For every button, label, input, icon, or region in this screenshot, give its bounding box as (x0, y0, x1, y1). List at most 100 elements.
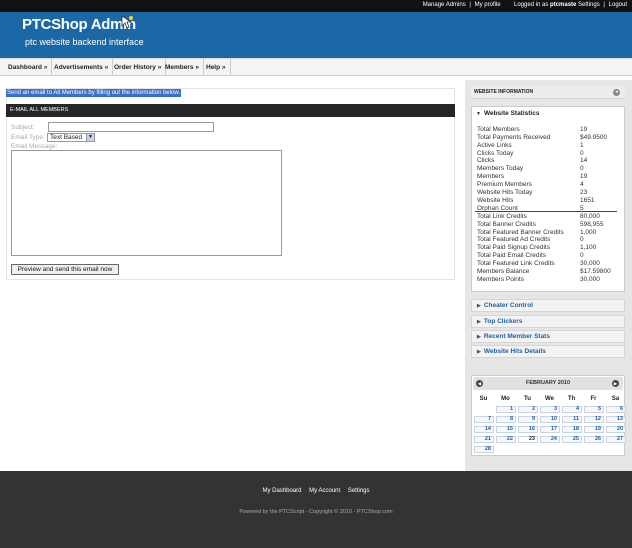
calendar-day[interactable]: 24 (540, 436, 560, 443)
stat-value: 19 (580, 173, 588, 180)
subject-input[interactable] (48, 122, 214, 132)
next-month-icon[interactable]: ▶ (612, 380, 619, 387)
accordion-website-hits-details[interactable]: ▶ Website Hits Details (471, 345, 625, 358)
calendar-day[interactable]: 7 (474, 416, 494, 423)
calendar-day[interactable]: 3 (540, 406, 560, 413)
calendar-day[interactable]: 8 (496, 416, 516, 423)
stat-value: 0 (580, 150, 584, 157)
stat-value: $17.59800 (580, 268, 611, 275)
nav-dashboard[interactable]: Dashboard » (4, 59, 53, 76)
brand-title[interactable]: PTCShop Admin (22, 16, 136, 33)
stat-label: Website Hits (477, 197, 514, 204)
stat-value: 30,000 (580, 276, 600, 283)
cursor-icon (121, 15, 133, 29)
stat-label: Website Hits Today (477, 189, 533, 196)
weekday-label: We (545, 396, 554, 402)
logout-link[interactable]: Logout (609, 2, 627, 8)
calendar-day[interactable]: 4 (562, 406, 582, 413)
stat-label: Total Featured Ad Credits (477, 236, 551, 243)
footer-copyright: Powered by the PTCScript - Copyright © 2… (239, 509, 393, 515)
stat-value: 598,955 (580, 221, 604, 228)
website-statistics-title[interactable]: ▼ Website Statistics (476, 110, 539, 117)
nav-help[interactable]: Help » (202, 59, 231, 76)
calendar-day[interactable]: 11 (562, 416, 582, 423)
subject-label: Subject: (11, 124, 35, 131)
calendar-day[interactable]: 25 (562, 436, 582, 443)
nav-order-history[interactable]: Order History » (110, 59, 167, 76)
calendar-day[interactable]: 20 (606, 426, 626, 433)
calendar-day[interactable]: 19 (584, 426, 604, 433)
footer-link-settings[interactable]: Settings (348, 488, 370, 494)
logged-in-label: Logged in as (513, 2, 549, 8)
stat-label: Members Balance (477, 268, 530, 275)
stat-label: Total Featured Banner Credits (477, 229, 564, 236)
stat-label: Total Link Credits (477, 213, 527, 220)
stat-value: 14 (580, 157, 588, 164)
collapse-icon[interactable]: ◂ (613, 89, 620, 96)
stat-label: Premium Members (477, 181, 532, 188)
accordion-top-clickers[interactable]: ▶ Top Clickers (471, 315, 625, 328)
calendar-day[interactable]: 15 (496, 426, 516, 433)
email-type-select[interactable]: Text Based ▼ (47, 133, 95, 142)
calendar-day[interactable]: 9 (518, 416, 538, 423)
calendar-day[interactable]: 21 (474, 436, 494, 443)
calendar-day[interactable]: 10 (540, 416, 560, 423)
calendar-header: ◀ FEBRUARY 2010 ▶ (473, 377, 623, 390)
email-type-label: Email Type: (11, 134, 45, 141)
calendar-day[interactable]: 5 (584, 406, 604, 413)
nav-members[interactable]: Members » (161, 59, 204, 76)
triangle-right-icon: ▶ (477, 334, 481, 340)
calendar-day[interactable]: 22 (496, 436, 516, 443)
calendar-day[interactable]: 1 (496, 406, 516, 413)
triangle-down-icon: ▼ (476, 111, 481, 117)
weekday-label: Tu (524, 396, 531, 402)
stats-divider (475, 211, 617, 212)
section-title: E-MAIL ALL MEMBERS (6, 104, 455, 117)
website-information-header[interactable]: WEBSITE INFORMATION (471, 86, 625, 99)
stat-label: Total Paid Email Credits (477, 252, 546, 259)
preview-send-button[interactable]: Preview and send this email now (11, 264, 119, 275)
accordion-cheater-control[interactable]: ▶ Cheater Control (471, 299, 625, 312)
calendar-day[interactable]: 16 (518, 426, 538, 433)
calendar-day[interactable]: 12 (584, 416, 604, 423)
manage-admins-link[interactable]: Manage Admins (423, 2, 466, 8)
stat-value: 1 (580, 142, 584, 149)
stat-value: 1,100 (580, 244, 597, 251)
calendar-day-today[interactable]: 23 (518, 436, 538, 443)
triangle-right-icon: ▶ (477, 303, 481, 309)
stat-label: Members Today (477, 165, 524, 172)
stat-value: 30,000 (580, 260, 600, 267)
triangle-right-icon: ▶ (477, 349, 481, 355)
calendar-day[interactable]: 17 (540, 426, 560, 433)
settings-link[interactable]: Settings (578, 2, 600, 8)
footer-link-dashboard[interactable]: My Dashboard (262, 488, 301, 494)
calendar-day[interactable]: 28 (474, 446, 494, 453)
stat-label: Total Paid Signup Credits (477, 244, 550, 251)
my-profile-link[interactable]: My profile (475, 2, 501, 8)
calendar-day[interactable]: 18 (562, 426, 582, 433)
calendar-day[interactable]: 2 (518, 406, 538, 413)
nav-advertisements[interactable]: Advertisements » (50, 59, 114, 76)
footer-link-account[interactable]: My Account (309, 488, 340, 494)
stat-value: 4 (580, 181, 584, 188)
stat-label: Members Points (477, 276, 524, 283)
calendar-day[interactable]: 14 (474, 426, 494, 433)
calendar-day[interactable]: 27 (606, 436, 626, 443)
brand-subtitle: ptc website backend interface (25, 37, 144, 47)
calendar-day[interactable]: 6 (606, 406, 626, 413)
stat-label: Clicks (477, 157, 495, 164)
calendar-day[interactable]: 26 (584, 436, 604, 443)
weekday-label: Fr (590, 396, 597, 402)
stat-label: Active Links (477, 142, 512, 149)
footer-links: My Dashboard My Account Settings (0, 488, 632, 494)
stat-label: Members (477, 173, 505, 180)
stat-label: Total Featured Link Credits (477, 260, 555, 267)
separator: | (603, 2, 605, 8)
stat-value: $49.9500 (580, 134, 608, 141)
email-message-textarea[interactable] (11, 150, 282, 256)
weekday-label: Th (567, 396, 576, 402)
accordion-recent-member-stats[interactable]: ▶ Recent Member Stats (471, 330, 625, 343)
email-type-value: Text Based (50, 134, 83, 141)
calendar-day[interactable]: 13 (606, 416, 626, 423)
separator: | (469, 2, 471, 8)
